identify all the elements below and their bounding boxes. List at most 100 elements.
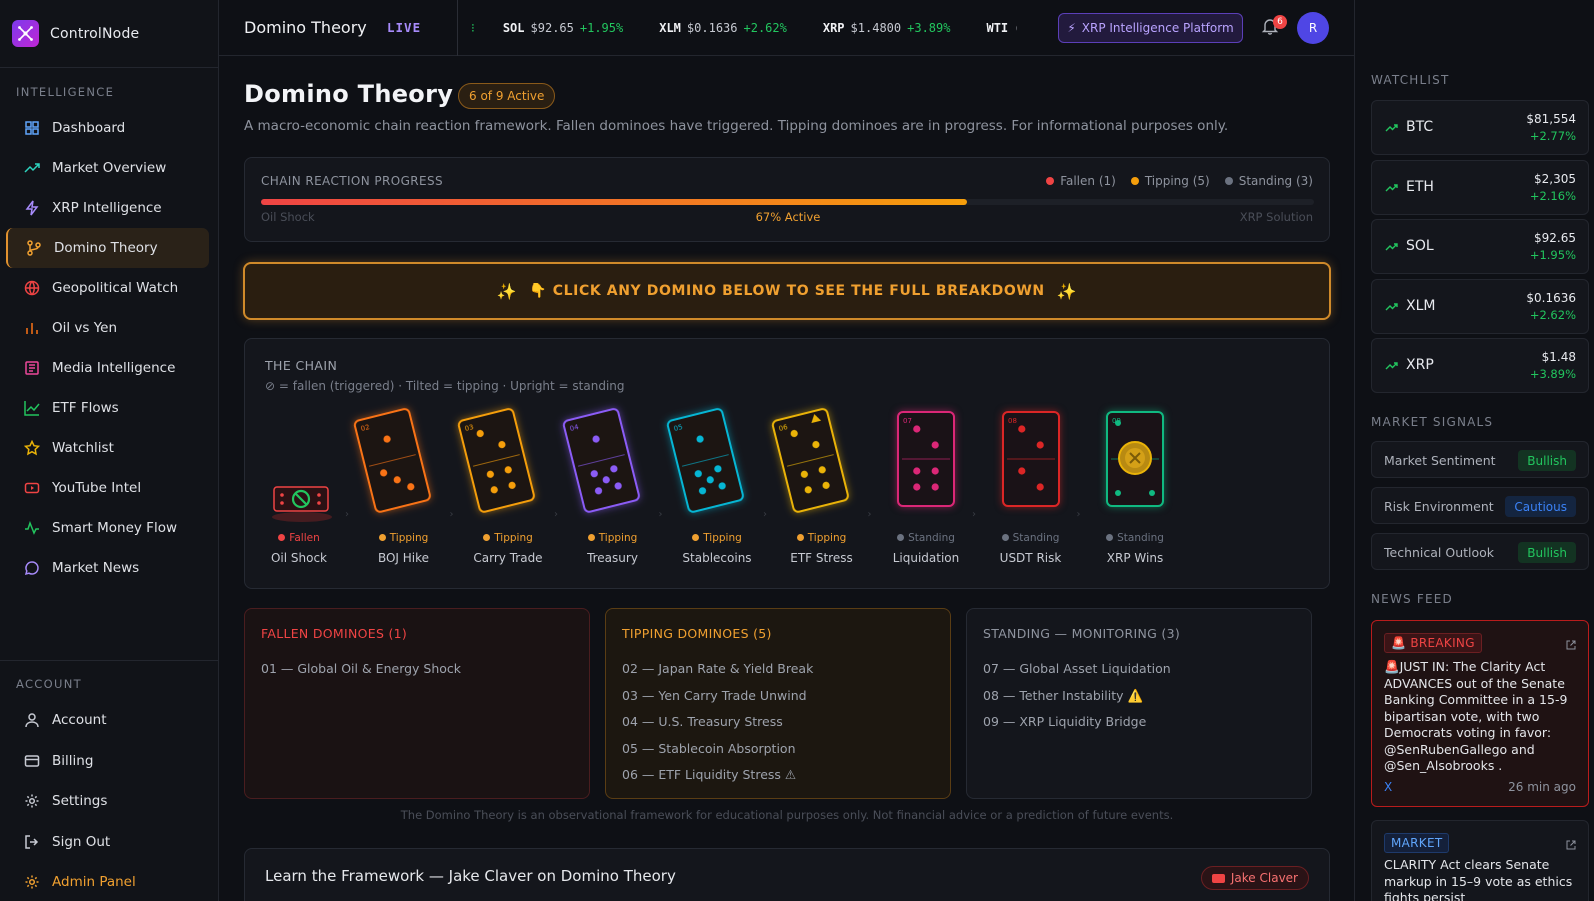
sidebar-item-label: Sign Out (52, 833, 111, 850)
list-item[interactable]: 03 — Yen Carry Trade Unwind (622, 683, 813, 710)
page-subtitle: A macro-economic chain reaction framewor… (244, 118, 1229, 134)
tipping-list-title: TIPPING DOMINOES (5) (622, 626, 772, 641)
standing-list: 07 — Global Asset Liquidation 08 — Tether… (983, 656, 1171, 736)
sidebar-item-xrp-intelligence[interactable]: XRP Intelligence (6, 188, 209, 228)
sidebar-item-etf-flows[interactable]: ETF Flows (6, 388, 209, 428)
watchlist-item-eth[interactable]: ETH $2,305 +2.16% (1371, 159, 1589, 215)
click-domino-banner[interactable]: ✨ 👇 CLICK ANY DOMINO BELOW TO SEE THE FU… (243, 262, 1331, 320)
domino-carry-trade[interactable]: 03 Tipping Carry Trade › (456, 408, 560, 579)
notification-badge: 6 (1273, 15, 1287, 29)
trend-up-icon (24, 160, 40, 176)
chevron-right-icon: › (1076, 509, 1081, 520)
sidebar-item-dashboard[interactable]: Dashboard (6, 108, 209, 148)
sidebar-item-label: Geopolitical Watch (52, 280, 179, 296)
domino-usdt-risk[interactable]: 08 Standing USDT Risk › (979, 409, 1083, 579)
list-item[interactable]: 06 — ETF Liquidity Stress ⚠ (622, 762, 813, 789)
domino-xrp-wins[interactable]: 09StandingXRP Wins (1083, 409, 1187, 579)
news-time: 26 min ago (1508, 780, 1576, 794)
sidebar-item-label: Dashboard (52, 120, 126, 136)
youtube-icon (24, 480, 40, 496)
external-link-icon[interactable] (1566, 635, 1576, 654)
main-content: Domino Theory 6 of 9 Active A macro-econ… (219, 56, 1354, 901)
list-item[interactable]: 09 — XRP Liquidity Bridge (983, 709, 1171, 736)
progress-legend: Fallen (1) Tipping (5) Standing (3) (1046, 174, 1313, 188)
watchlist-price: $0.1636 (1526, 290, 1576, 305)
domino-etf-stress[interactable]: 06 Tipping ETF Stress › (770, 408, 874, 579)
domino-status: Tipping (561, 532, 665, 544)
sidebar-item-media-intelligence[interactable]: Media Intelligence (6, 348, 209, 388)
activity-icon (24, 520, 40, 536)
list-item[interactable]: 01 — Global Oil & Energy Shock (261, 656, 461, 683)
sidebar-item-market-overview[interactable]: Market Overview (6, 148, 209, 188)
sidebar-item-label: Watchlist (52, 440, 114, 456)
status-text: Standing (908, 532, 955, 544)
sidebar-item-billing[interactable]: Billing (6, 741, 210, 782)
progress-fill (261, 199, 967, 205)
domino-name: XRP Wins (1106, 551, 1164, 565)
sidebar-item-label: Oil vs Yen (52, 320, 118, 336)
sidebar-item-account[interactable]: Account (6, 700, 210, 741)
news-card-market[interactable]: MARKET CLARITY Act clears Senate markup … (1371, 820, 1589, 901)
youtube-channel-badge[interactable]: Jake Claver (1200, 866, 1309, 890)
domino-oil-shock[interactable]: Fallen Oil Shock › (247, 409, 351, 579)
xrp-platform-button[interactable]: ⚡ XRP Intelligence Platform (1058, 13, 1243, 43)
watchlist-item-sol[interactable]: SOL $92.65 +1.95% (1371, 219, 1589, 274)
list-item[interactable]: 08 — Tether Instability ⚠️ (983, 683, 1171, 710)
section-title-intelligence: INTELLIGENCE (16, 85, 115, 99)
domino-stablecoins[interactable]: 05 Tipping Stablecoins › (665, 408, 769, 579)
app-root: ControlNode INTELLIGENCE Dashboard Market… (0, 0, 1594, 901)
chevron-right-icon: › (345, 509, 349, 520)
list-item[interactable]: 07 — Global Asset Liquidation (983, 656, 1171, 683)
news-source[interactable]: X (1384, 780, 1392, 794)
sidebar-item-geopolitical-watch[interactable]: Geopolitical Watch (6, 268, 209, 308)
status-text: Tipping (807, 532, 847, 544)
sidebar-item-smart-money-flow[interactable]: Smart Money Flow (6, 508, 209, 548)
xrp-platform-label: XRP Intelligence Platform (1081, 21, 1234, 35)
watchlist-change: +3.89% (1529, 367, 1576, 381)
sidebar-item-youtube-intel[interactable]: YouTube Intel (6, 468, 209, 508)
external-link-icon[interactable] (1566, 835, 1576, 854)
domino-liquidation[interactable]: 07 Standing Liquidation › (874, 409, 978, 579)
sidebar-item-label: Smart Money Flow (52, 520, 177, 536)
signal-risk-environment: Risk Environment Cautious (1371, 487, 1589, 524)
watchlist-item-xrp[interactable]: XRP $1.48 +3.89% (1371, 338, 1589, 393)
watchlist-item-xlm[interactable]: XLM $0.1636 +2.62% (1371, 278, 1589, 334)
news-text: CLARITY Act clears Senate markup in 15–9… (1384, 857, 1573, 901)
fallen-list-card: FALLEN DOMINOES (1) 01 — Global Oil & En… (244, 608, 590, 799)
sidebar-item-watchlist[interactable]: Watchlist (6, 428, 209, 468)
domino-treasury[interactable]: 04 Tipping Treasury › (561, 408, 665, 579)
logo-icon (12, 20, 39, 47)
sidebar-item-admin-panel[interactable]: Admin Panel (6, 862, 210, 901)
sidebar-item-domino-theory[interactable]: Domino Theory (6, 228, 209, 268)
tipping-list: 02 — Japan Rate & Yield Break 03 — Yen Ca… (622, 656, 813, 789)
sidebar-item-market-news[interactable]: Market News (6, 548, 209, 588)
live-indicator: LIVE (387, 20, 422, 35)
watchlist-title: WATCHLIST (1371, 73, 1450, 87)
domino-boj-hike[interactable]: 02 Tipping BOJ Hike › (352, 408, 456, 579)
topbar-title: Domino Theory (244, 18, 367, 37)
legend-fallen: Fallen (1) (1046, 174, 1116, 188)
account-nav: Account Billing Settings Sign Out Admin Pane… (0, 700, 219, 901)
chevron-right-icon: › (554, 509, 558, 520)
list-item[interactable]: 02 — Japan Rate & Yield Break (622, 656, 813, 683)
right-panel: WATCHLIST BTC $81,554 +2.77% ETH $2,305 +2.16… (1354, 0, 1594, 901)
learn-title: Learn the Framework — Jake Claver on Dom… (265, 867, 676, 885)
brand[interactable]: ControlNode (0, 0, 218, 68)
news-card-breaking[interactable]: 🚨 BREAKING 🚨JUST IN: The Clarity Act ADV… (1371, 620, 1589, 807)
learn-card[interactable]: Learn the Framework — Jake Claver on Dom… (244, 848, 1330, 901)
domino-status: Tipping (352, 532, 456, 544)
sidebar-item-settings[interactable]: Settings (6, 781, 210, 822)
user-icon (24, 712, 40, 728)
sidebar-item-label: XRP Intelligence (52, 200, 162, 216)
signal-label: Technical Outlook (1384, 545, 1495, 560)
ticker-change: +2.62% (743, 20, 787, 35)
domino-status: Tipping (770, 532, 874, 544)
avatar[interactable]: R (1297, 12, 1329, 44)
sidebar-item-oil-vs-yen[interactable]: Oil vs Yen (6, 308, 209, 348)
watchlist-item-btc[interactable]: BTC $81,554 +2.77% (1371, 100, 1589, 155)
grid-icon (24, 120, 40, 136)
status-text: Standing (1117, 532, 1164, 544)
sidebar-item-sign-out[interactable]: Sign Out (6, 822, 210, 863)
list-item[interactable]: 04 — U.S. Treasury Stress (622, 709, 813, 736)
list-item[interactable]: 05 — Stablecoin Absorption (622, 736, 813, 763)
